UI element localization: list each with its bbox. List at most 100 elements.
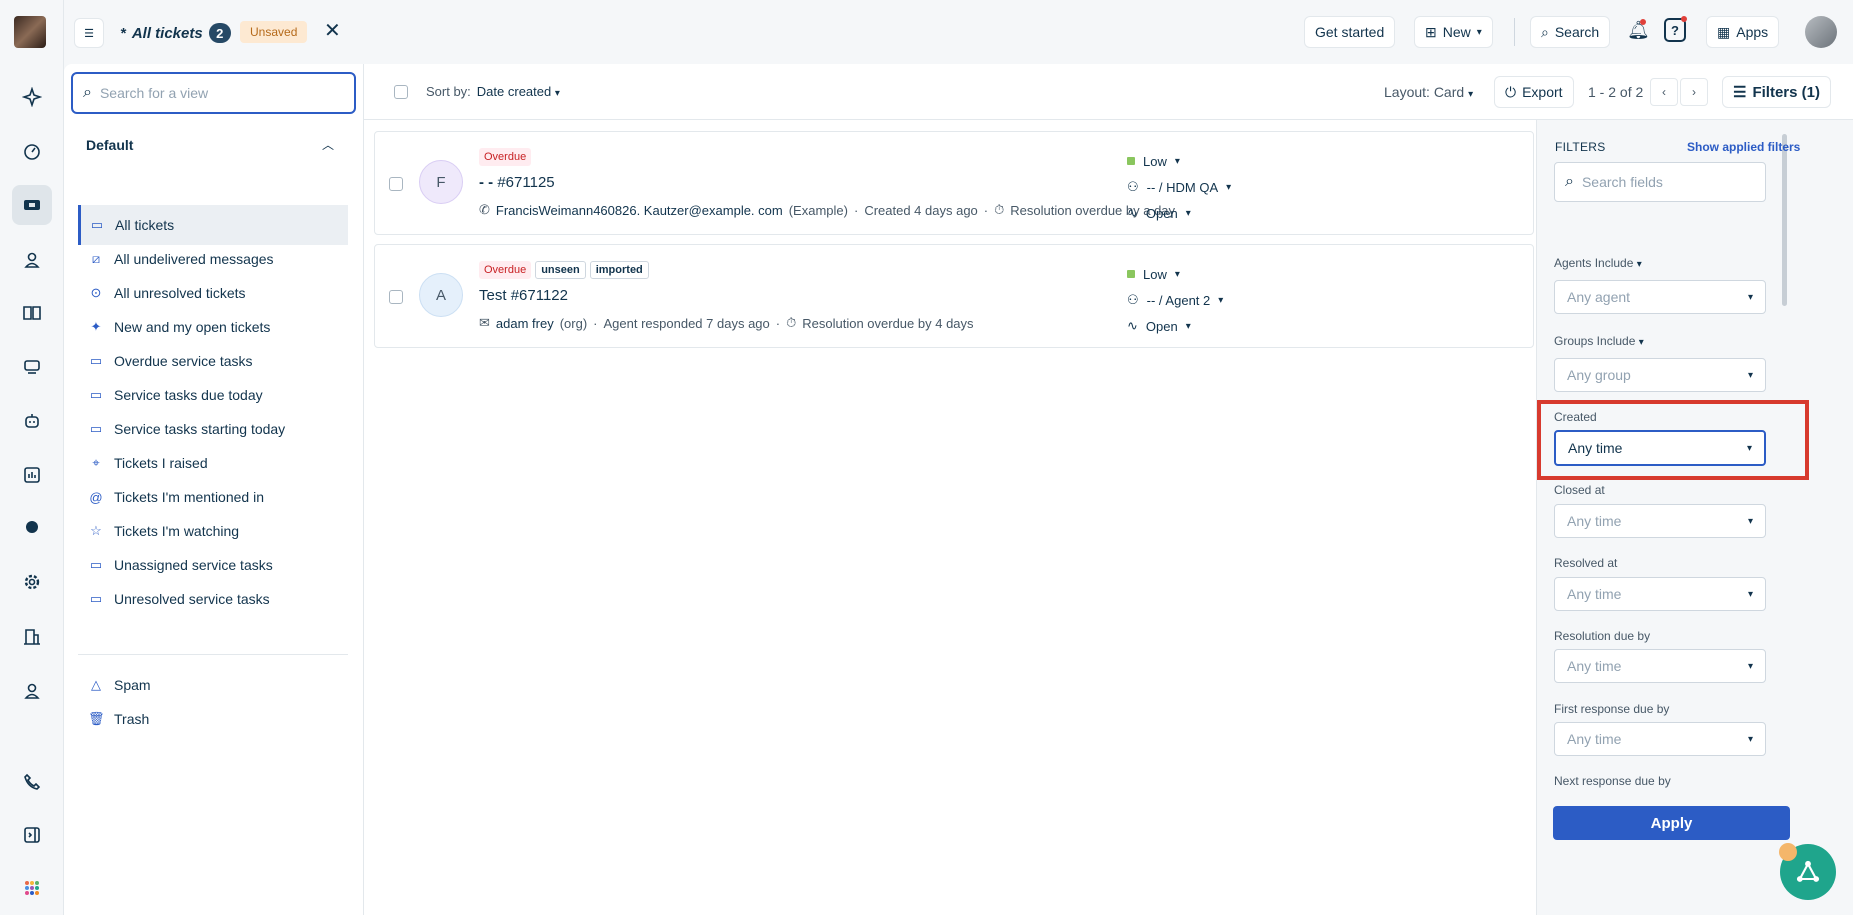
resolved-filter-label: Resolved at [1554,556,1618,570]
status-dropdown[interactable]: ∿ Open ▾ [1127,313,1223,339]
toggle-views-button[interactable]: ☰ [74,18,104,48]
list-toolbar: Sort by: Date created ▾ Layout: Card ▾ ⏻ E… [364,64,1853,120]
apply-label: Apply [1650,814,1693,832]
view-item-label: Service tasks starting today [114,421,286,437]
ticket-count-badge: 2 [208,23,231,43]
account-logo[interactable] [14,16,46,48]
show-applied-filters-link[interactable]: Show applied filters [1687,140,1800,154]
expand-panel-icon[interactable] [12,815,52,855]
ticket-title[interactable]: Test #671122 [479,287,568,304]
views-section-default[interactable]: Default [86,137,133,153]
ticket-sla: Resolution overdue by 4 days [802,315,974,331]
ticket-icon: ▭ [90,217,104,232]
agents-filter-select[interactable]: Any agent ▾ [1554,280,1766,314]
first-response-due-filter-select[interactable]: Any time ▾ [1554,722,1766,756]
search-button[interactable]: ⌕ Search [1530,16,1611,48]
requester-name[interactable]: adam frey [496,316,554,331]
apps-button[interactable]: ▦ Apps [1706,16,1780,48]
ticket-subject: Test [479,287,507,304]
user-icon: ⚇ [1127,292,1139,307]
close-icon[interactable]: ✕ [324,18,341,43]
view-item-unresolved-service-tasks[interactable]: ▭ Unresolved service tasks [78,579,348,619]
search-icon: ⌕ [83,84,92,101]
filters-button[interactable]: ☰ Filters (1) [1722,76,1831,108]
requester-org: (Example) [788,202,848,218]
resolution-due-filter-select[interactable]: Any time ▾ [1554,649,1766,683]
sort-by-dropdown[interactable]: Sort by: Date created ▾ [426,84,560,99]
ticket-card[interactable]: A Overdue unseen imported Test #671122 ✉… [374,244,1534,348]
assignee-dropdown[interactable]: ⚇ -- / HDM QA ▾ [1127,174,1231,200]
bot-icon[interactable] [12,401,52,441]
view-item-label: Spam [114,677,151,693]
export-button[interactable]: ⏻ Export [1494,76,1574,108]
new-button[interactable]: ⊞ New ▾ [1414,16,1493,48]
chevron-down-icon: ▾ [1747,588,1753,600]
star-icon: ☆ [90,523,102,538]
priority-dot [1127,270,1135,278]
filter-icon: ☰ [1733,84,1747,101]
select-all-checkbox[interactable] [394,85,408,99]
view-item-trash[interactable]: 🗑︎ Trash [78,699,348,739]
created-filter-select[interactable]: Any time ▾ [1554,430,1766,466]
chat-icon[interactable] [12,507,52,547]
groups-filter-select[interactable]: Any group ▾ [1554,358,1766,392]
activity-icon: ∿ [1127,318,1138,333]
settings-gear-icon[interactable] [12,562,52,602]
agents-value: Any agent [1567,289,1631,305]
plus-square-icon: ⊞ [1425,23,1437,40]
resolution-due-filter-label: Resolution due by [1554,629,1651,643]
reports-icon[interactable] [12,455,52,495]
unsaved-star-icon: * [120,24,126,42]
divider [78,654,348,655]
dashboard-icon[interactable] [12,132,52,172]
ticket-number: #671125 [497,174,555,191]
chevron-down-icon: ▾ [1747,660,1753,672]
resolved-filter-select[interactable]: Any time ▾ [1554,577,1766,611]
chevron-down-icon: ▾ [1747,369,1753,381]
filter-fields-search-input[interactable]: ⌕ Search fields [1554,162,1766,202]
priority-dropdown[interactable]: Low ▾ [1127,148,1231,174]
building-icon[interactable] [12,617,52,657]
megaphone-icon: ⌖ [92,455,100,470]
app-switcher-icon[interactable] [12,868,52,908]
chevron-down-icon: ▾ [1636,259,1642,270]
priority-dropdown[interactable]: Low ▾ [1127,261,1223,287]
tickets-nav-icon[interactable] [12,185,52,225]
ticket-icon: ▭ [89,353,103,368]
assignee-dropdown[interactable]: ⚇ -- / Agent 2 ▾ [1127,287,1223,313]
groups-filter-label[interactable]: Groups Include ▾ [1554,334,1644,348]
ticket-card[interactable]: F Overdue - - #671125 ✆ FrancisWeimann46… [374,131,1534,235]
conversations-icon[interactable] [12,347,52,387]
apply-filters-button[interactable]: Apply [1553,806,1790,840]
page-title: * All tickets 2 [120,23,231,43]
ticket-checkbox[interactable] [389,177,403,191]
agents-filter-label[interactable]: Agents Include ▾ [1554,256,1642,270]
filters-scrollbar[interactable] [1782,134,1787,306]
chevron-down-icon: ▾ [1468,89,1474,100]
next-page-button[interactable]: › [1680,78,1708,106]
get-started-button[interactable]: Get started [1304,16,1396,48]
view-item-label: All undelivered messages [114,251,274,267]
chevron-down-icon: ▾ [1638,337,1644,348]
user-avatar[interactable] [1805,16,1837,48]
ticket-title[interactable]: - - #671125 [479,174,555,191]
closed-filter-select[interactable]: Any time ▾ [1554,504,1766,538]
priority-dot [1127,157,1135,165]
chevron-down-icon: ▾ [1747,515,1753,527]
contacts-icon[interactable] [12,240,52,280]
status-dropdown[interactable]: ∿ Open ▾ [1127,200,1231,226]
prev-page-button[interactable]: ‹ [1650,78,1678,106]
requester-name[interactable]: FrancisWeimann460826. Kautzer@example. c… [496,203,783,218]
user-profile-icon[interactable] [12,671,52,711]
resolution-due-value: Any time [1567,658,1622,674]
unseen-tag: unseen [535,261,586,279]
sparkle-nav-icon[interactable] [12,77,52,117]
phone-icon[interactable] [12,762,52,802]
bell-icon[interactable]: 🔔︎ [1627,20,1650,41]
layout-dropdown[interactable]: Layout: Card ▾ [1384,84,1473,100]
chevron-up-icon[interactable]: ︿ [322,136,334,153]
chevron-down-icon: ▾ [1174,268,1180,280]
ticket-checkbox[interactable] [389,290,403,304]
knowledge-base-icon[interactable] [12,293,52,333]
view-search-input[interactable]: ⌕ Search for a view [71,72,356,114]
